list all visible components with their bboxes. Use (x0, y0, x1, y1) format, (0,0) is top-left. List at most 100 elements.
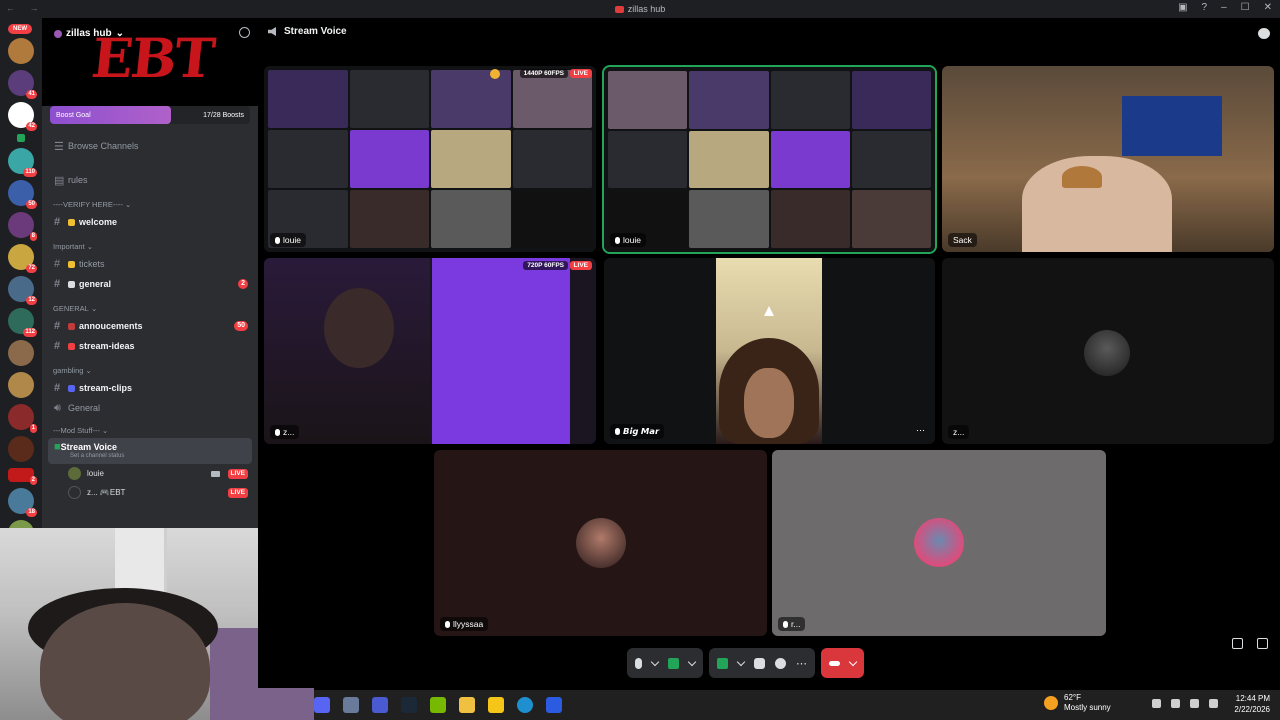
server-icon[interactable] (8, 340, 34, 366)
lock-speaker-icon: ■ (54, 441, 61, 453)
more-options-icon[interactable]: ⋯ (796, 657, 807, 670)
channel-stream-ideas[interactable]: # stream-ideas (48, 336, 252, 356)
hash-icon: # (54, 258, 61, 270)
user-nametag: r... (778, 617, 806, 631)
channel-rules[interactable]: ▤ rules (48, 170, 252, 190)
server-icon[interactable]: 8 (8, 212, 37, 241)
folder-taskbar-icon[interactable] (459, 697, 475, 713)
server-name[interactable]: zillas hub ⌄ (54, 28, 124, 39)
share-control[interactable]: ⋯ (709, 648, 815, 678)
discord-taskbar-icon[interactable] (314, 697, 330, 713)
category-mod[interactable]: ---Mod Stuff--- ⌄ (48, 422, 252, 438)
minimize-button[interactable]: – (1221, 2, 1227, 13)
inbox-icon[interactable]: ▣ (1178, 2, 1187, 13)
background-tv (1122, 96, 1222, 156)
speaker-icon (268, 27, 276, 36)
category-verify[interactable]: ----VERIFY HERE---- ⌄ (48, 196, 252, 212)
channel-stream-clips[interactable]: # stream-clips (48, 378, 252, 398)
gamepad-taskbar-icon[interactable] (372, 697, 388, 713)
camera-icon[interactable] (668, 657, 679, 669)
channel-annoucements[interactable]: # annoucements 50 (48, 316, 252, 336)
video-tile[interactable]: Sack (942, 66, 1274, 252)
server-icon[interactable]: 1 (8, 404, 37, 433)
clock[interactable]: 12:44 PM 2/22/2026 (1234, 693, 1270, 715)
category-gambling[interactable]: gambling ⌄ (48, 362, 252, 378)
server-icon[interactable]: 19 (8, 520, 34, 528)
more-options-icon[interactable]: ⋯ (916, 425, 925, 436)
edge-taskbar-icon[interactable] (517, 697, 533, 713)
server-icon[interactable]: 42 (8, 102, 37, 131)
chevron-up-icon[interactable] (1152, 699, 1161, 708)
title-bar: ← → zillas hub ▣ ? – ☐ ✕ (0, 0, 1280, 18)
chevron-down-icon[interactable] (736, 657, 746, 666)
server-icon[interactable]: 50 (8, 180, 37, 209)
server-icon[interactable] (8, 38, 34, 64)
category-general[interactable]: GENERAL ⌄ (48, 300, 252, 316)
help-icon[interactable]: ? (1202, 2, 1208, 13)
os-taskbar: 62°F Mostly sunny 12:44 PM 2/22/2026 (314, 690, 1280, 720)
sun-icon (1044, 696, 1058, 710)
fullscreen-icon[interactable] (1257, 638, 1268, 649)
channel-welcome[interactable]: # welcome (48, 212, 252, 232)
voice-user[interactable]: z... 🎮EBT LIVE (68, 483, 252, 502)
settings-taskbar-icon[interactable] (343, 697, 359, 713)
boost-goal-bar[interactable]: Boost Goal 17/28 Boosts (50, 106, 250, 124)
mic-control[interactable] (627, 648, 703, 678)
volume-icon[interactable] (1209, 699, 1218, 708)
disconnect-button[interactable] (821, 648, 864, 678)
video-tile[interactable]: z... (942, 258, 1274, 444)
server-icon[interactable]: 2 (8, 468, 37, 485)
channel-status-hint[interactable]: Set a channel status (70, 453, 252, 459)
rules-icon: ▤ (54, 174, 65, 187)
activities-icon[interactable] (754, 657, 765, 669)
new-badge[interactable]: NEW (8, 24, 32, 34)
video-tile[interactable]: r... (772, 450, 1106, 636)
video-tile[interactable]: llyyssaa (434, 450, 767, 636)
channel-tickets[interactable]: # tickets (48, 254, 252, 274)
stream-tile[interactable]: 720P 60FPS LIVE z... (264, 258, 596, 444)
screen-share-icon[interactable] (717, 657, 728, 669)
popout-icon[interactable] (1232, 638, 1243, 649)
server-icon[interactable]: 112 (8, 308, 37, 337)
invite-icon[interactable] (239, 27, 250, 38)
server-icon[interactable] (8, 436, 34, 462)
voice-channel-general[interactable]: 🔊︎ General (48, 398, 252, 418)
server-icon[interactable]: 110 (8, 148, 37, 177)
user-nametag: louie (610, 233, 646, 247)
server-icon[interactable]: 18 (8, 488, 37, 517)
notes-taskbar-icon[interactable] (488, 697, 504, 713)
weather-widget[interactable]: 62°F Mostly sunny (1044, 693, 1111, 713)
chevron-down-icon[interactable] (687, 657, 697, 666)
mic-tray-icon[interactable] (1171, 699, 1180, 708)
stream-tile[interactable]: louie (602, 65, 937, 254)
server-icon[interactable]: 72 (8, 244, 37, 273)
mic-icon[interactable] (635, 657, 642, 669)
nav-arrows[interactable]: ← → (6, 3, 45, 13)
server-icon[interactable]: 41 (8, 70, 37, 99)
avatar (576, 518, 626, 568)
channel-general[interactable]: # general 2 (48, 274, 252, 294)
chevron-down-icon[interactable] (848, 657, 858, 666)
browse-channels[interactable]: ☰ Browse Channels (48, 136, 252, 156)
camera-icon (211, 470, 220, 477)
category-important[interactable]: Important ⌄ (48, 238, 252, 254)
question-emoji-icon (68, 342, 75, 350)
maximize-button[interactable]: ☐ (1241, 2, 1250, 13)
voice-user[interactable]: louie LIVE (68, 464, 252, 483)
stream-tile[interactable]: 1440P 60FPS LIVE louie (264, 66, 596, 252)
weather-temp: 62°F (1064, 693, 1081, 702)
chat-icon[interactable] (1258, 28, 1270, 39)
server-icon[interactable] (8, 372, 34, 398)
app-taskbar-icon[interactable] (546, 697, 562, 713)
server-folder-icon[interactable] (17, 134, 25, 142)
chevron-down-icon[interactable] (650, 657, 660, 666)
server-icon[interactable]: 12 (8, 276, 37, 305)
close-button[interactable]: ✕ (1264, 2, 1272, 13)
voice-channel-stream-voice[interactable]: ■Stream Voice Set a channel status (48, 438, 252, 464)
network-icon[interactable] (1190, 699, 1199, 708)
nvidia-taskbar-icon[interactable] (430, 697, 446, 713)
soundboard-icon[interactable] (775, 657, 786, 669)
video-tile[interactable]: 𝘽𝙞𝙜 𝙈𝙖𝙧 ⋯ (604, 258, 935, 444)
steam-taskbar-icon[interactable] (401, 697, 417, 713)
server-avatar (54, 29, 62, 38)
